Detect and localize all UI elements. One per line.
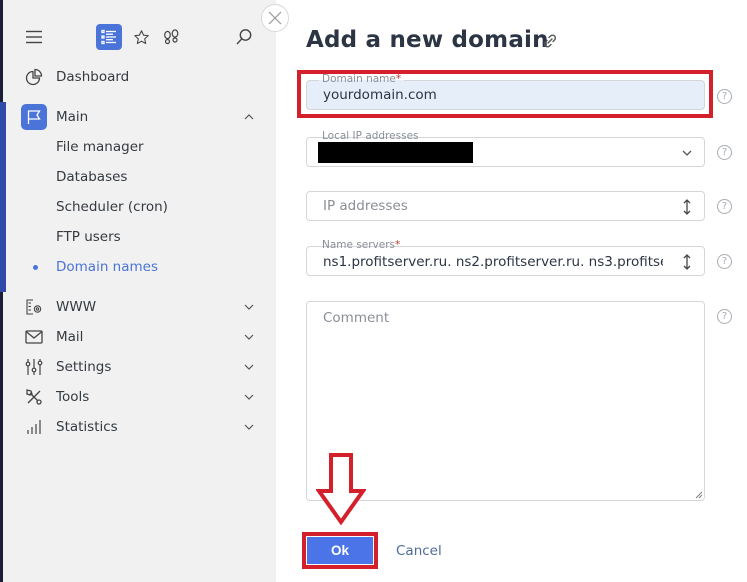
sidebar: Dashboard Main File manager Databases Sc…: [0, 0, 276, 582]
help-icon[interactable]: ?: [717, 309, 732, 324]
ok-button[interactable]: Ok: [307, 537, 373, 564]
domain-name-field[interactable]: Domain name* yourdomain.com: [306, 73, 705, 110]
bar-chart-icon: [24, 417, 44, 437]
tools-icon: [24, 387, 44, 407]
name-servers-field[interactable]: Name servers* ns1.profitserver.ru. ns2.p…: [306, 239, 705, 276]
close-icon: [268, 11, 282, 25]
sidebar-item-label: Dashboard: [56, 69, 130, 85]
sidebar-item-dashboard[interactable]: Dashboard: [3, 62, 276, 92]
help-icon[interactable]: ?: [717, 145, 732, 160]
sidebar-item-domain-names[interactable]: Domain names: [3, 252, 276, 282]
chevron-down-icon[interactable]: [243, 301, 255, 313]
chevron-down-icon[interactable]: [243, 391, 255, 403]
sidebar-item-scheduler[interactable]: Scheduler (cron): [3, 192, 276, 222]
field-label: Domain name*: [319, 73, 405, 86]
expand-vertical-icon[interactable]: [680, 253, 694, 271]
ip-addresses-field[interactable]: IP addresses: [306, 191, 705, 221]
help-icon[interactable]: ?: [717, 199, 732, 214]
sidebar-item-label: File manager: [56, 139, 144, 155]
sidebar-item-label: Scheduler (cron): [56, 199, 168, 215]
sidebar-item-label: Statistics: [56, 419, 118, 435]
sidebar-item-tools[interactable]: Tools: [3, 382, 276, 412]
sidebar-item-www[interactable]: WWW: [3, 292, 276, 322]
sidebar-item-label: Main: [56, 109, 89, 125]
sidebar-item-statistics[interactable]: Statistics: [3, 412, 276, 442]
page-title: Add a new domain: [306, 27, 549, 53]
sidebar-item-mail[interactable]: Mail: [3, 322, 276, 352]
sidebar-item-databases[interactable]: Databases: [3, 162, 276, 192]
sidebar-item-label: FTP users: [56, 229, 121, 245]
name-servers-value: ns1.profitserver.ru. ns2.profitserver.ru…: [323, 254, 663, 270]
cancel-button[interactable]: Cancel: [396, 543, 442, 559]
pie-chart-icon: [24, 67, 44, 87]
sidebar-item-ftp-users[interactable]: FTP users: [3, 222, 276, 252]
help-icon[interactable]: ?: [717, 89, 732, 104]
web-settings-icon: [24, 297, 44, 317]
local-ip-select[interactable]: Local IP addresses: [306, 130, 705, 167]
sidebar-item-label: Mail: [56, 329, 84, 345]
comment-placeholder: Comment: [323, 310, 390, 326]
envelope-icon: [24, 327, 44, 347]
chevron-down-icon: [680, 144, 694, 162]
sidebar-nav: Dashboard Main File manager Databases Sc…: [0, 62, 276, 442]
sidebar-toolbar: [3, 24, 279, 52]
down-arrow-annotation-icon: [316, 453, 366, 525]
chevron-down-icon[interactable]: [243, 361, 255, 373]
link-icon[interactable]: [541, 32, 559, 50]
flag-icon: [21, 104, 47, 130]
sidebar-item-settings[interactable]: Settings: [3, 352, 276, 382]
redacted-value: [318, 142, 473, 163]
sidebar-item-main[interactable]: Main: [3, 102, 276, 132]
sidebar-item-file-manager[interactable]: File manager: [3, 132, 276, 162]
ip-addresses-placeholder: IP addresses: [323, 198, 408, 214]
footsteps-icon[interactable]: [159, 24, 183, 50]
sidebar-item-label: Domain names: [56, 259, 158, 275]
hamburger-menu-icon[interactable]: [23, 24, 45, 50]
domain-name-value: yourdomain.com: [323, 87, 437, 103]
help-icon[interactable]: ?: [717, 254, 732, 269]
close-button[interactable]: [261, 4, 289, 32]
sidebar-item-label: Tools: [56, 389, 90, 405]
list-icon[interactable]: [96, 24, 122, 50]
active-dot-icon: [33, 264, 38, 270]
chevron-up-icon[interactable]: [243, 111, 255, 123]
sidebar-item-label: WWW: [56, 299, 97, 315]
resize-handle-icon[interactable]: [695, 491, 703, 499]
chevron-down-icon[interactable]: [243, 331, 255, 343]
star-icon[interactable]: [129, 24, 153, 50]
sidebar-item-label: Databases: [56, 169, 128, 185]
chevron-down-icon[interactable]: [243, 421, 255, 433]
field-label: Name servers*: [319, 239, 404, 252]
search-icon[interactable]: [233, 24, 255, 50]
sidebar-item-label: Settings: [56, 359, 112, 375]
sliders-icon: [24, 357, 44, 377]
expand-vertical-icon[interactable]: [680, 198, 694, 216]
